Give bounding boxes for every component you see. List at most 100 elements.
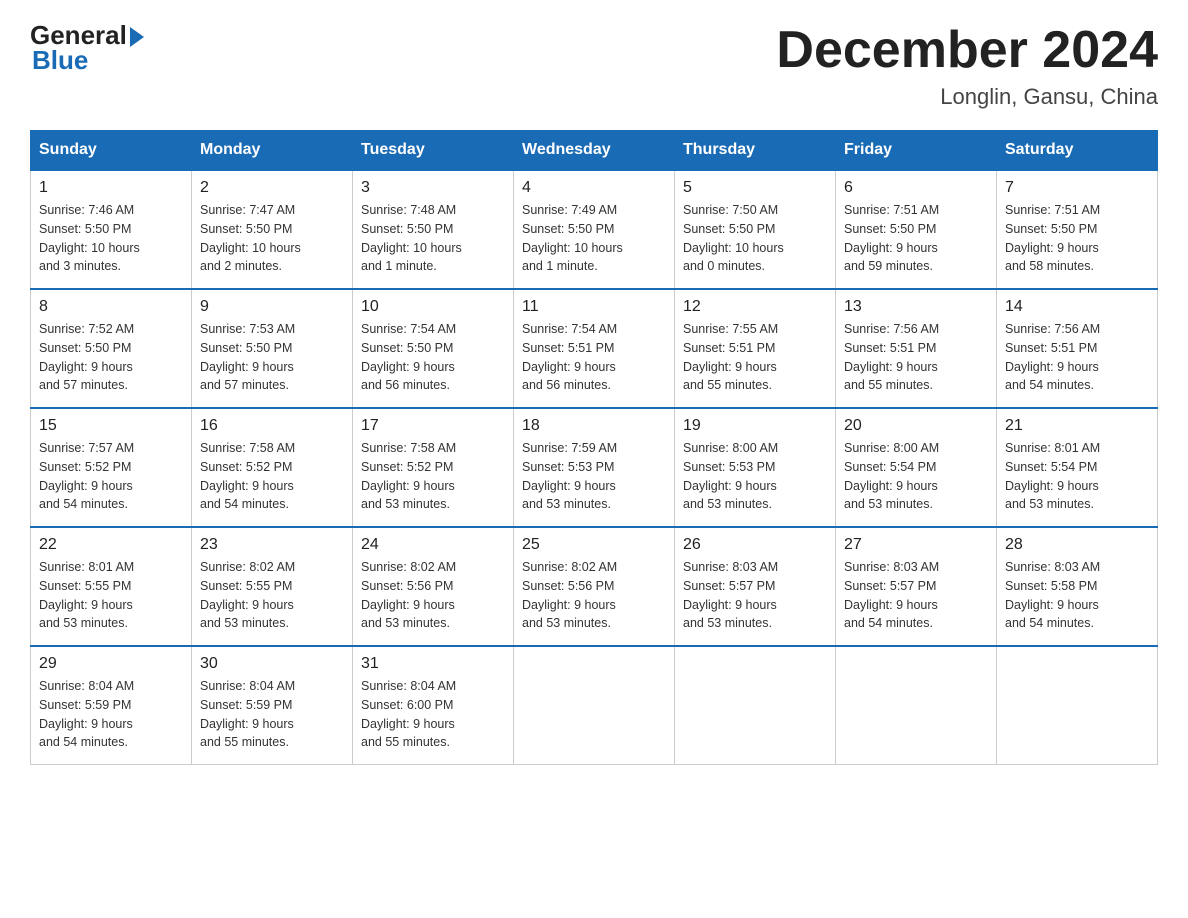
logo-arrow-icon bbox=[130, 27, 144, 47]
calendar-cell: 20 Sunrise: 8:00 AM Sunset: 5:54 PM Dayli… bbox=[836, 408, 997, 527]
calendar-cell: 14 Sunrise: 7:56 AM Sunset: 5:51 PM Dayli… bbox=[997, 289, 1158, 408]
day-number: 30 bbox=[200, 655, 344, 673]
day-info: Sunrise: 7:58 AM Sunset: 5:52 PM Dayligh… bbox=[200, 439, 344, 514]
day-info: Sunrise: 7:51 AM Sunset: 5:50 PM Dayligh… bbox=[844, 201, 988, 276]
day-number: 27 bbox=[844, 536, 988, 554]
day-info: Sunrise: 8:02 AM Sunset: 5:56 PM Dayligh… bbox=[361, 558, 505, 633]
calendar-cell: 21Sunrise: 8:01 AM Sunset: 5:54 PM Dayli… bbox=[997, 408, 1158, 527]
day-info: Sunrise: 8:04 AM Sunset: 5:59 PM Dayligh… bbox=[39, 677, 183, 752]
day-info: Sunrise: 7:59 AM Sunset: 5:53 PM Dayligh… bbox=[522, 439, 666, 514]
day-number: 1 bbox=[39, 179, 183, 197]
page-header: General Blue December 2024 Longlin, Gans… bbox=[30, 20, 1158, 110]
calendar-cell: 12 Sunrise: 7:55 AM Sunset: 5:51 PM Dayli… bbox=[675, 289, 836, 408]
day-info: Sunrise: 7:51 AM Sunset: 5:50 PM Dayligh… bbox=[1005, 201, 1149, 276]
day-number: 12 bbox=[683, 298, 827, 316]
calendar-week-row: 29 Sunrise: 8:04 AM Sunset: 5:59 PM Dayli… bbox=[31, 646, 1158, 765]
logo-blue-line2: Blue bbox=[32, 45, 146, 76]
day-info: Sunrise: 7:52 AM Sunset: 5:50 PM Dayligh… bbox=[39, 320, 183, 395]
weekday-header-saturday: Saturday bbox=[997, 131, 1158, 171]
calendar-cell: 6 Sunrise: 7:51 AM Sunset: 5:50 PM Daylig… bbox=[836, 170, 997, 289]
day-number: 20 bbox=[844, 417, 988, 435]
calendar-cell: 25 Sunrise: 8:02 AM Sunset: 5:56 PM Dayli… bbox=[514, 527, 675, 646]
calendar-cell bbox=[997, 646, 1158, 765]
weekday-header-row: SundayMondayTuesdayWednesdayThursdayFrid… bbox=[31, 131, 1158, 171]
weekday-header-sunday: Sunday bbox=[31, 131, 192, 171]
calendar-cell: 28Sunrise: 8:03 AM Sunset: 5:58 PM Dayli… bbox=[997, 527, 1158, 646]
day-number: 17 bbox=[361, 417, 505, 435]
calendar-cell: 26Sunrise: 8:03 AM Sunset: 5:57 PM Dayli… bbox=[675, 527, 836, 646]
calendar-cell: 24 Sunrise: 8:02 AM Sunset: 5:56 PM Dayli… bbox=[353, 527, 514, 646]
calendar-cell: 13Sunrise: 7:56 AM Sunset: 5:51 PM Dayli… bbox=[836, 289, 997, 408]
day-number: 13 bbox=[844, 298, 988, 316]
logo: General Blue bbox=[30, 20, 146, 76]
calendar-body: 1 Sunrise: 7:46 AM Sunset: 5:50 PM Daylig… bbox=[31, 170, 1158, 765]
day-info: Sunrise: 7:47 AM Sunset: 5:50 PM Dayligh… bbox=[200, 201, 344, 276]
weekday-header-thursday: Thursday bbox=[675, 131, 836, 171]
day-info: Sunrise: 7:50 AM Sunset: 5:50 PM Dayligh… bbox=[683, 201, 827, 276]
calendar-cell: 29 Sunrise: 8:04 AM Sunset: 5:59 PM Dayli… bbox=[31, 646, 192, 765]
calendar-cell: 5 Sunrise: 7:50 AM Sunset: 5:50 PM Daylig… bbox=[675, 170, 836, 289]
day-info: Sunrise: 7:58 AM Sunset: 5:52 PM Dayligh… bbox=[361, 439, 505, 514]
weekday-header-wednesday: Wednesday bbox=[514, 131, 675, 171]
day-number: 28 bbox=[1005, 536, 1149, 554]
day-info: Sunrise: 7:56 AM Sunset: 5:51 PM Dayligh… bbox=[1005, 320, 1149, 395]
day-info: Sunrise: 7:54 AM Sunset: 5:51 PM Dayligh… bbox=[522, 320, 666, 395]
calendar-cell: 19Sunrise: 8:00 AM Sunset: 5:53 PM Dayli… bbox=[675, 408, 836, 527]
day-number: 5 bbox=[683, 179, 827, 197]
calendar-cell: 2 Sunrise: 7:47 AM Sunset: 5:50 PM Daylig… bbox=[192, 170, 353, 289]
calendar-week-row: 8Sunrise: 7:52 AM Sunset: 5:50 PM Daylig… bbox=[31, 289, 1158, 408]
calendar-cell bbox=[836, 646, 997, 765]
calendar-cell: 7 Sunrise: 7:51 AM Sunset: 5:50 PM Daylig… bbox=[997, 170, 1158, 289]
day-info: Sunrise: 8:01 AM Sunset: 5:55 PM Dayligh… bbox=[39, 558, 183, 633]
calendar-cell: 30Sunrise: 8:04 AM Sunset: 5:59 PM Dayli… bbox=[192, 646, 353, 765]
calendar-cell bbox=[675, 646, 836, 765]
day-info: Sunrise: 8:04 AM Sunset: 6:00 PM Dayligh… bbox=[361, 677, 505, 752]
calendar-cell: 4Sunrise: 7:49 AM Sunset: 5:50 PM Daylig… bbox=[514, 170, 675, 289]
day-number: 16 bbox=[200, 417, 344, 435]
calendar-week-row: 15 Sunrise: 7:57 AM Sunset: 5:52 PM Dayli… bbox=[31, 408, 1158, 527]
day-info: Sunrise: 7:53 AM Sunset: 5:50 PM Dayligh… bbox=[200, 320, 344, 395]
calendar-cell: 10 Sunrise: 7:54 AM Sunset: 5:50 PM Dayli… bbox=[353, 289, 514, 408]
day-number: 26 bbox=[683, 536, 827, 554]
weekday-header-tuesday: Tuesday bbox=[353, 131, 514, 171]
day-number: 22 bbox=[39, 536, 183, 554]
calendar-cell: 1 Sunrise: 7:46 AM Sunset: 5:50 PM Daylig… bbox=[31, 170, 192, 289]
weekday-header-monday: Monday bbox=[192, 131, 353, 171]
day-number: 25 bbox=[522, 536, 666, 554]
day-number: 21 bbox=[1005, 417, 1149, 435]
month-title: December 2024 bbox=[776, 20, 1158, 80]
day-number: 23 bbox=[200, 536, 344, 554]
day-info: Sunrise: 7:55 AM Sunset: 5:51 PM Dayligh… bbox=[683, 320, 827, 395]
day-info: Sunrise: 8:03 AM Sunset: 5:57 PM Dayligh… bbox=[844, 558, 988, 633]
calendar-cell: 22 Sunrise: 8:01 AM Sunset: 5:55 PM Dayli… bbox=[31, 527, 192, 646]
day-number: 2 bbox=[200, 179, 344, 197]
calendar-table: SundayMondayTuesdayWednesdayThursdayFrid… bbox=[30, 130, 1158, 765]
day-number: 14 bbox=[1005, 298, 1149, 316]
day-number: 7 bbox=[1005, 179, 1149, 197]
day-number: 10 bbox=[361, 298, 505, 316]
calendar-cell: 18Sunrise: 7:59 AM Sunset: 5:53 PM Dayli… bbox=[514, 408, 675, 527]
day-number: 19 bbox=[683, 417, 827, 435]
day-info: Sunrise: 7:57 AM Sunset: 5:52 PM Dayligh… bbox=[39, 439, 183, 514]
title-block: December 2024 Longlin, Gansu, China bbox=[776, 20, 1158, 110]
day-number: 29 bbox=[39, 655, 183, 673]
calendar-cell: 8Sunrise: 7:52 AM Sunset: 5:50 PM Daylig… bbox=[31, 289, 192, 408]
day-info: Sunrise: 8:02 AM Sunset: 5:56 PM Dayligh… bbox=[522, 558, 666, 633]
location-text: Longlin, Gansu, China bbox=[776, 84, 1158, 110]
day-number: 3 bbox=[361, 179, 505, 197]
day-info: Sunrise: 8:00 AM Sunset: 5:54 PM Dayligh… bbox=[844, 439, 988, 514]
day-number: 24 bbox=[361, 536, 505, 554]
day-number: 6 bbox=[844, 179, 988, 197]
day-number: 4 bbox=[522, 179, 666, 197]
calendar-cell: 27 Sunrise: 8:03 AM Sunset: 5:57 PM Dayli… bbox=[836, 527, 997, 646]
day-number: 11 bbox=[522, 298, 666, 316]
day-info: Sunrise: 7:46 AM Sunset: 5:50 PM Dayligh… bbox=[39, 201, 183, 276]
calendar-cell: 17 Sunrise: 7:58 AM Sunset: 5:52 PM Dayli… bbox=[353, 408, 514, 527]
calendar-cell: 3Sunrise: 7:48 AM Sunset: 5:50 PM Daylig… bbox=[353, 170, 514, 289]
day-info: Sunrise: 7:54 AM Sunset: 5:50 PM Dayligh… bbox=[361, 320, 505, 395]
calendar-cell: 15 Sunrise: 7:57 AM Sunset: 5:52 PM Dayli… bbox=[31, 408, 192, 527]
calendar-cell: 9Sunrise: 7:53 AM Sunset: 5:50 PM Daylig… bbox=[192, 289, 353, 408]
calendar-header: SundayMondayTuesdayWednesdayThursdayFrid… bbox=[31, 131, 1158, 171]
day-number: 31 bbox=[361, 655, 505, 673]
day-number: 15 bbox=[39, 417, 183, 435]
